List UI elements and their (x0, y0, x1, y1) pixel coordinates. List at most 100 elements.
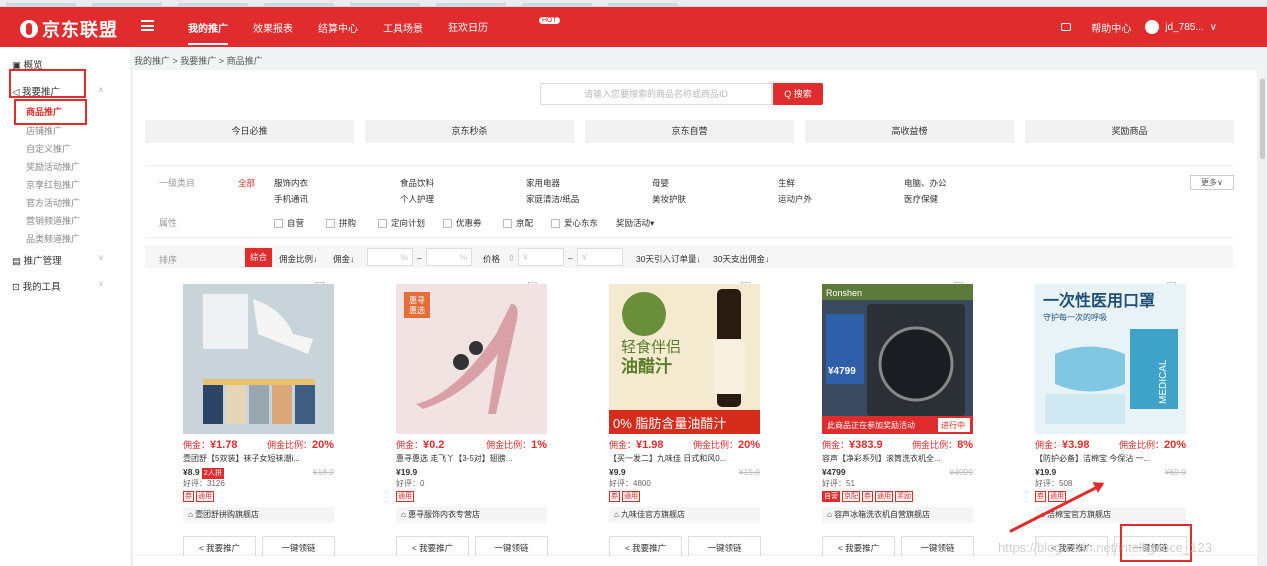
category-item[interactable]: 家用电器 (526, 177, 560, 189)
shop-name[interactable]: ⌂ 九味佳官方旗舰店 (609, 507, 760, 523)
shop-icon: ⌂ (188, 510, 196, 519)
shop-name[interactable]: ⌂ 洁棉宝官方旗舰店 (1035, 507, 1186, 523)
category-item[interactable]: 母婴 (652, 177, 669, 189)
category-item[interactable]: 电脑、办公 (904, 177, 947, 189)
chevron-down-icon[interactable]: ∨ (98, 253, 104, 262)
sort-toggle-icon[interactable]: ⇕ (508, 253, 515, 264)
sidebar-item-shop[interactable]: 店铺推广 (26, 124, 62, 137)
checkbox[interactable] (551, 218, 560, 228)
sort-paid[interactable]: 30天支出佣金↓ (713, 253, 769, 265)
sidebar-item-reward[interactable]: 奖励活动推广 (26, 160, 80, 173)
category-item[interactable]: 医疗保健 (904, 193, 938, 205)
checkbox[interactable] (443, 218, 452, 228)
product-card[interactable]: 佣金：¥1.78 佣金比例：20% 壹团舒【5双装】袜子女短袜潮i... ¥8.9… (133, 282, 338, 566)
crumb-2[interactable]: 我要推广 (180, 56, 216, 66)
message-icon[interactable] (1061, 23, 1072, 31)
rate-max-input[interactable]: % (426, 248, 472, 266)
sidebar-item-official[interactable]: 官方活动推广 (26, 196, 80, 209)
nav-tools[interactable]: 工具场景 (383, 20, 423, 35)
sidebar-item-redpacket[interactable]: 京享红包推广 (26, 178, 80, 191)
tab-reward[interactable]: 奖励商品 (1025, 120, 1234, 143)
product-image-dressing[interactable]: 轻食伴侣 油醋汁 0% 脂肪含量油醋汁 (609, 284, 760, 434)
product-image-washer[interactable]: Ronshen ¥4799 此商品正在参加奖励活动 进行中 (822, 284, 973, 434)
category-item[interactable]: 手机通讯 (274, 193, 308, 205)
attr-coupon[interactable]: 优惠券 (443, 217, 482, 229)
tab-seckill[interactable]: 京东秒杀 (365, 120, 574, 143)
chevron-up-icon[interactable]: ∧ (98, 85, 104, 94)
sort-rate[interactable]: 佣金比例↓ (279, 253, 317, 265)
search-button[interactable]: Q 搜索 (773, 83, 823, 105)
shop-name[interactable]: ⌂ 容声冰箱洗衣机自营旗舰店 (822, 507, 973, 523)
scrollbar-thumb[interactable] (1260, 79, 1265, 159)
checkbox[interactable] (378, 218, 387, 228)
product-card[interactable]: Ronshen ¥4799 此商品正在参加奖励活动 进行中 佣金：¥383.9 佣金比例… (772, 282, 977, 566)
scrollbar[interactable] (1259, 77, 1266, 566)
menu-icon[interactable] (141, 20, 154, 31)
tab-high-income[interactable]: 高收益榜 (805, 120, 1014, 143)
attr-plan[interactable]: 定向计划 (378, 217, 425, 229)
product-title[interactable]: 惠寻惠选 走飞丫【3-5对】翅膀... (396, 453, 512, 464)
sidebar-item-tools[interactable]: ⊡ 我的工具 (12, 279, 61, 293)
category-item[interactable]: 生鲜 (778, 177, 795, 189)
product-title[interactable]: 【防护必备】洁棉宝 今保沾 一... (1035, 453, 1150, 464)
chevron-down-icon[interactable]: ∨ (1210, 22, 1217, 33)
nav-settlement[interactable]: 结算中心 (318, 20, 358, 35)
shop-name[interactable]: ⌂ 惠寻服饰内衣专营店 (396, 507, 547, 523)
more-button[interactable]: 更多∨ (1190, 175, 1234, 190)
category-item[interactable]: 服饰内衣 (274, 177, 308, 189)
chevron-down-icon[interactable]: ∨ (98, 279, 104, 288)
product-title[interactable]: 【买一发二】九味佳 日式和风0... (609, 453, 726, 464)
product-image-heel[interactable]: 惠寻 惠选 (396, 284, 547, 434)
shop-label: 壹团舒拼购旗舰店 (195, 510, 260, 519)
product-title[interactable]: 容声【净彩系列】滚筒洗衣机全... (822, 453, 941, 464)
header-right: 帮助中心 jd_785... ∨ (1061, 7, 1217, 47)
commission-label: 佣金： (1035, 440, 1063, 450)
attr-reward-dropdown[interactable]: 奖励活动▾ (616, 217, 654, 229)
rate-min-input[interactable]: % (367, 248, 413, 266)
nav-my-promotion[interactable]: 我的推广 (188, 20, 228, 45)
sort-price[interactable]: 价格 (483, 253, 500, 265)
user-name[interactable]: jd_785... (1165, 22, 1203, 33)
attr-group[interactable]: 拼购 (326, 217, 356, 229)
price-min-input[interactable]: ¥ (518, 248, 564, 266)
category-item[interactable]: 个人护理 (400, 193, 434, 205)
checkbox[interactable] (326, 218, 335, 228)
sort-orders[interactable]: 30天引入订单量↓ (636, 253, 701, 265)
tab-today[interactable]: 今日必推 (145, 120, 354, 143)
attr-selfrun[interactable]: 自营 (274, 217, 304, 229)
attr-label: 自营 (287, 218, 305, 228)
category-item[interactable]: 食品饮料 (400, 177, 434, 189)
sidebar-item-category[interactable]: 品类频道推广 (26, 232, 80, 245)
category-all[interactable]: 全部 (238, 177, 255, 189)
shop-name[interactable]: ⌂ 壹团舒拼购旗舰店 (183, 507, 334, 523)
search-input[interactable]: 请输入您要搜索的商品名称或商品ID (540, 83, 772, 105)
product-title[interactable]: 壹团舒【5双装】袜子女短袜潮i... (183, 453, 300, 464)
nav-reports[interactable]: 效果报表 (253, 20, 293, 35)
category-item[interactable]: 运动户外 (778, 193, 812, 205)
tab-selfrun[interactable]: 京东自营 (585, 120, 794, 143)
sidebar-item-manage[interactable]: ▤ 推广管理 (12, 253, 62, 267)
product-image-mask[interactable]: 一次性医用口罩 守护每一次的呼吸 MEDICAL (1035, 284, 1186, 434)
attr-charity[interactable]: 爱心东东 (551, 217, 598, 229)
checkbox[interactable] (503, 218, 512, 228)
sidebar-item-custom[interactable]: 自定义推广 (26, 142, 71, 155)
shop-icon: ⌂ (827, 510, 835, 519)
logo[interactable]: 京东联盟 (20, 16, 118, 42)
nav-calendar[interactable]: 狂欢日历 HOT (448, 17, 560, 35)
price-max-input[interactable]: ¥ (577, 248, 623, 266)
help-link[interactable]: 帮助中心 (1091, 20, 1131, 35)
category-item[interactable]: 美妆护肤 (652, 193, 686, 205)
commission-value: ¥0.2 (423, 439, 445, 451)
attr-jdship[interactable]: 京配 (503, 217, 533, 229)
category-item[interactable]: 家庭清洁/纸品 (526, 193, 579, 205)
sidebar-item-channel[interactable]: 营销频道推广 (26, 214, 80, 227)
product-image-socks[interactable] (183, 284, 334, 434)
product-card[interactable]: 轻食伴侣 油醋汁 0% 脂肪含量油醋汁 佣金：¥1.98 佣金比例：20% 【买一发二… (559, 282, 764, 566)
sort-default[interactable]: 综合 (245, 248, 272, 267)
commission: 佣金：¥1.78 (183, 438, 238, 451)
user-avatar[interactable] (1145, 20, 1160, 34)
crumb-1[interactable]: 我的推广 (134, 56, 170, 66)
product-card[interactable]: 惠寻 惠选 佣金：¥0.2 佣金比例：1% 惠寻惠选 走飞丫【3-5对】翅膀... … (346, 282, 551, 566)
sort-commission[interactable]: 佣金↓ (333, 253, 354, 265)
checkbox[interactable] (274, 218, 283, 228)
